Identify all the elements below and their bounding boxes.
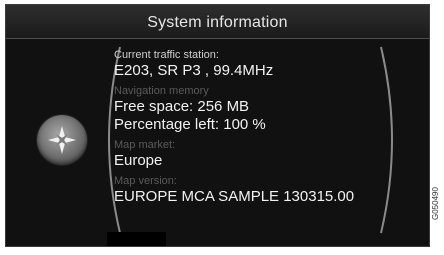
traffic-station-value: E203, SR P3 , 99.4MHz (114, 62, 274, 79)
redaction-bar (107, 232, 166, 246)
traffic-station-label: Current traffic station: (114, 49, 219, 61)
title-bar: System information (6, 5, 429, 39)
percentage-left-value: Percentage left: 100 % (114, 116, 266, 133)
map-market-value: Europe (114, 152, 163, 169)
navigation-memory-label: Navigation memory (114, 85, 209, 97)
compass-icon (48, 126, 76, 154)
map-version-value: EUROPE MCA SAMPLE 130315.00 (114, 188, 355, 205)
system-information-screen: System information Current traffic stati… (5, 4, 430, 247)
map-market-label: Map market: (114, 139, 176, 151)
map-version-label: Map version: (114, 175, 177, 187)
info-list: Current traffic station: E203, SR P3 , 9… (114, 49, 414, 206)
navigation-button[interactable] (37, 115, 87, 165)
free-space-value: Free space: 256 MB (114, 98, 250, 115)
figure-code: G050490 (431, 187, 440, 220)
page-title: System information (147, 14, 288, 31)
